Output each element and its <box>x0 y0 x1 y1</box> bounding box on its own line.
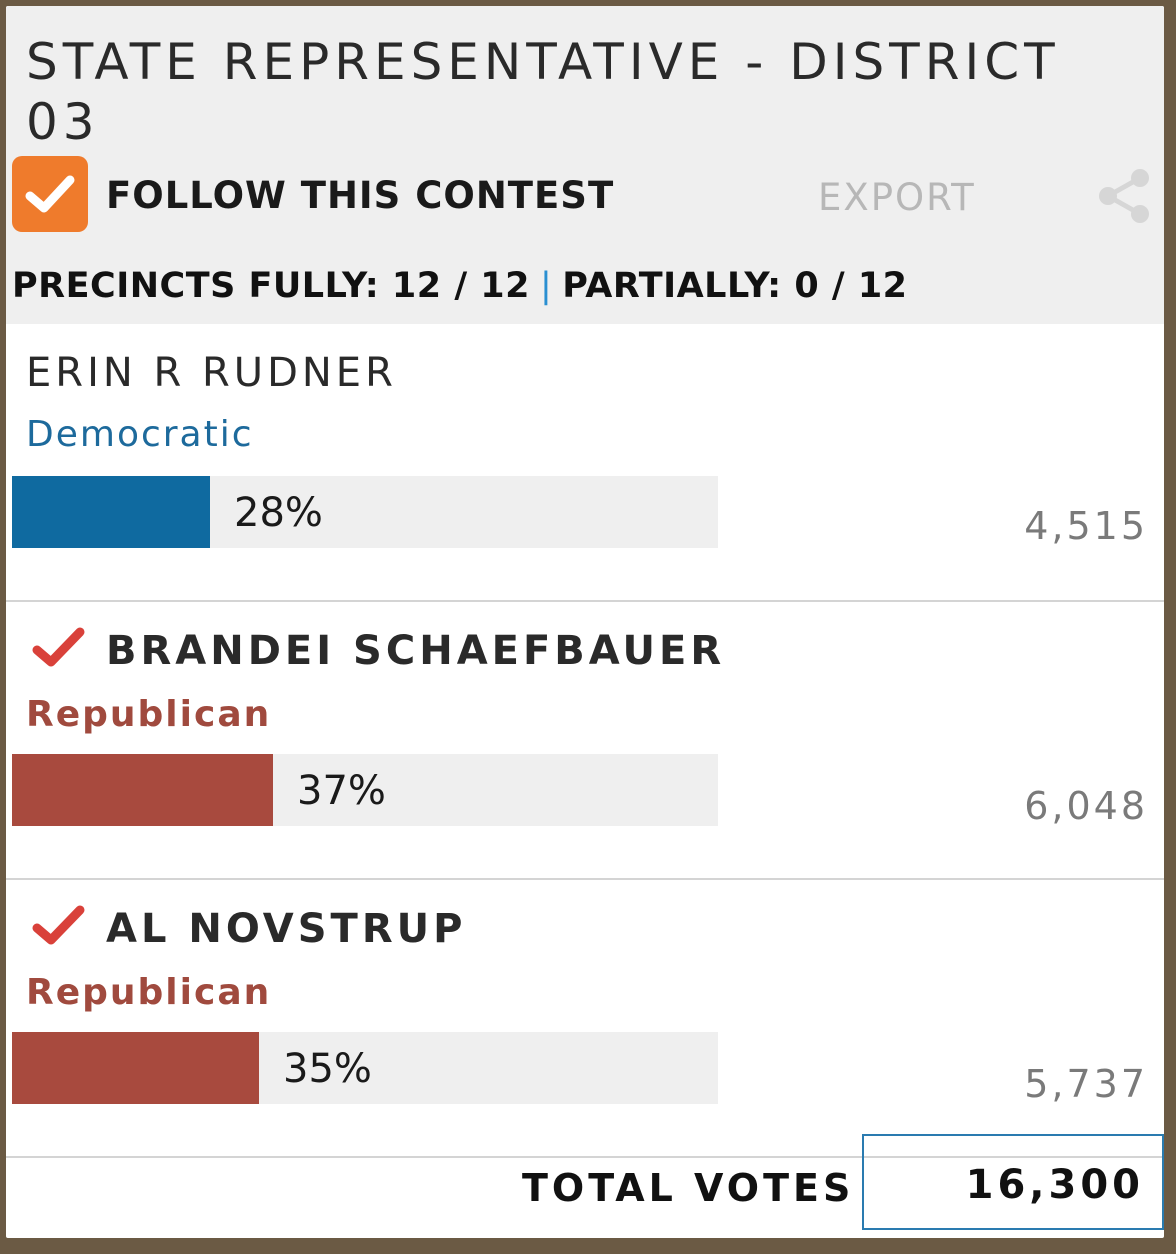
total-votes-label: TOTAL VOTES <box>522 1166 855 1210</box>
vote-count: 5,737 <box>1024 1062 1148 1106</box>
vote-count: 6,048 <box>1024 784 1148 828</box>
contest-card: STATE REPRESENTATIVE - DISTRICT 03 FOLLO… <box>6 6 1164 1238</box>
winner-check-icon <box>32 627 85 667</box>
vote-share-percent: 28% <box>234 490 323 536</box>
precincts-partially: PARTIALLY: 0 / 12 <box>562 266 908 306</box>
checkmark-icon <box>25 175 75 213</box>
candidate-name: BRANDEI SCHAEFBAUER <box>106 628 726 674</box>
precincts-fully: PRECINCTS FULLY: 12 / 12 <box>12 266 530 306</box>
winner-check-icon <box>32 905 85 945</box>
precincts-separator: | <box>540 266 553 306</box>
share-icon <box>1099 169 1149 223</box>
vote-share-fill <box>12 476 210 548</box>
total-votes-value: 16,300 <box>965 1162 1144 1208</box>
candidate-row: AL NOVSTRUP Republican 35% 5,737 <box>6 880 1164 1158</box>
candidate-party: Democratic <box>26 414 254 455</box>
vote-share-fill <box>12 1032 259 1104</box>
candidate-party: Republican <box>26 694 272 735</box>
vote-share-bar: 35% <box>12 1032 718 1104</box>
vote-share-percent: 35% <box>283 1046 372 1092</box>
share-button[interactable] <box>1094 166 1154 230</box>
vote-share-bar: 28% <box>12 476 718 548</box>
follow-checkbox[interactable] <box>12 156 88 232</box>
candidate-name: ERIN R RUDNER <box>26 350 397 396</box>
vote-count: 4,515 <box>1024 504 1148 548</box>
vote-share-bar: 37% <box>12 754 718 826</box>
vote-share-percent: 37% <box>297 768 386 814</box>
follow-label[interactable]: FOLLOW THIS CONTEST <box>106 174 614 217</box>
candidate-row: ERIN R RUDNER Democratic 28% 4,515 <box>6 324 1164 602</box>
export-button[interactable]: EXPORT <box>818 176 976 219</box>
candidate-row: BRANDEI SCHAEFBAUER Republican 37% 6,048 <box>6 602 1164 880</box>
precincts-status: PRECINCTS FULLY: 12 / 12 | PARTIALLY: 0 / … <box>12 266 908 306</box>
vote-share-fill <box>12 754 273 826</box>
candidate-party: Republican <box>26 972 272 1013</box>
contest-title: STATE REPRESENTATIVE - DISTRICT 03 <box>26 33 1060 151</box>
total-votes-box: 16,300 <box>862 1134 1164 1230</box>
contest-header: STATE REPRESENTATIVE - DISTRICT 03 FOLLO… <box>6 6 1164 324</box>
candidate-name: AL NOVSTRUP <box>106 906 467 952</box>
